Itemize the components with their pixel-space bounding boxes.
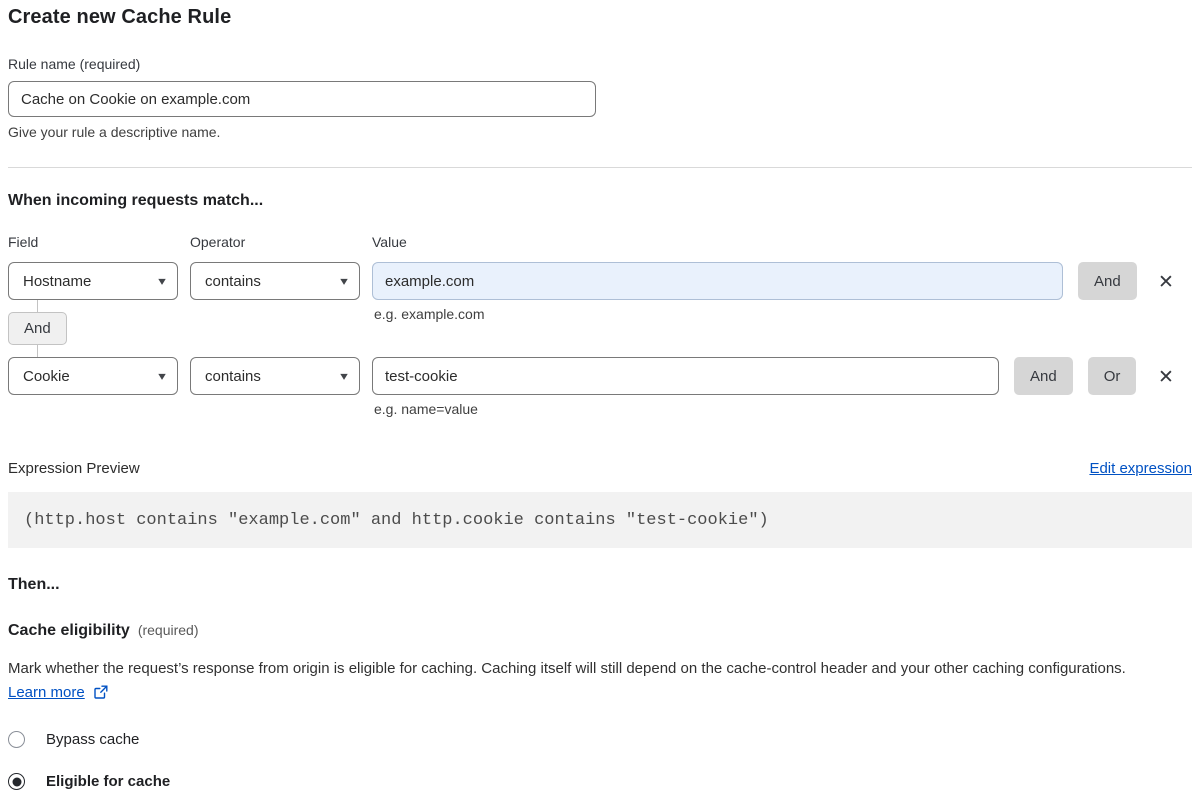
page-title: Create new Cache Rule [8,6,1192,29]
expression-code-block: (http.host contains "example.com" and ht… [8,492,1192,548]
field-select-2[interactable]: Cookie ▾ [8,357,178,395]
radio-unselected-icon[interactable] [8,731,25,748]
expression-preview-header: Expression Preview Edit expression [8,460,1192,477]
operator-column-label: Operator [190,234,372,250]
chevron-down-icon: ▾ [340,275,348,287]
cache-eligibility-heading: Cache eligibility [8,622,130,640]
field-column-label: Field [8,234,190,250]
field-select-1[interactable]: Hostname ▾ [8,262,178,300]
section-divider [8,167,1192,168]
learn-more-link[interactable]: Learn more [8,684,85,701]
match-row-2: Cookie ▾ contains ▾ And Or ✕ [8,357,1192,395]
option-eligible-for-cache-label: Eligible for cache [46,773,170,790]
required-note: (required) [138,622,199,638]
value-hint-1: e.g. example.com [374,306,485,322]
description-text: Mark whether the request’s response from… [8,660,1126,677]
operator-select-2-value: contains [205,368,261,385]
close-icon: ✕ [1158,271,1174,293]
value-input-2[interactable] [372,357,999,395]
add-and-condition-button-1[interactable]: And [1078,262,1137,300]
operator-select-1[interactable]: contains ▾ [190,262,360,300]
match-heading: When incoming requests match... [8,192,1192,210]
rule-name-label: Rule name (required) [8,56,1192,72]
option-bypass-cache[interactable]: Bypass cache [8,731,1192,748]
match-column-labels: Field Operator Value [8,234,1192,250]
value-column-label: Value [372,234,407,250]
connector-and-button[interactable]: And [8,312,67,345]
chevron-down-icon: ▾ [158,275,166,287]
expression-preview-label: Expression Preview [8,460,140,477]
expression-code: (http.host contains "example.com" and ht… [24,511,769,530]
chevron-down-icon: ▾ [158,370,166,382]
rule-name-help: Give your rule a descriptive name. [8,124,1192,140]
edit-expression-link[interactable]: Edit expression [1089,460,1192,477]
operator-select-2[interactable]: contains ▾ [190,357,360,395]
condition-connector-zone: And e.g. example.com [8,300,1192,357]
option-eligible-for-cache[interactable]: Eligible for cache [8,773,1192,790]
field-select-2-value: Cookie [23,368,70,385]
remove-condition-button-2[interactable]: ✕ [1155,366,1177,388]
remove-condition-button-1[interactable]: ✕ [1155,271,1177,293]
then-heading: Then... [8,576,1192,594]
cache-eligibility-description: Mark whether the request’s response from… [8,657,1168,705]
operator-select-1-value: contains [205,273,261,290]
field-select-1-value: Hostname [23,273,91,290]
radio-selected-icon[interactable] [8,773,25,790]
match-row-1: Hostname ▾ contains ▾ And ✕ [8,262,1192,300]
rule-name-input[interactable] [8,81,596,117]
add-or-condition-button-2[interactable]: Or [1088,357,1137,395]
close-icon: ✕ [1158,366,1174,388]
cache-eligibility-heading-row: Cache eligibility (required) [8,622,1192,640]
external-link-icon [94,685,108,699]
chevron-down-icon: ▾ [340,370,348,382]
option-bypass-cache-label: Bypass cache [46,731,139,748]
value-input-1[interactable] [372,262,1063,300]
value-hint-2: e.g. name=value [8,401,1192,417]
add-and-condition-button-2[interactable]: And [1014,357,1073,395]
